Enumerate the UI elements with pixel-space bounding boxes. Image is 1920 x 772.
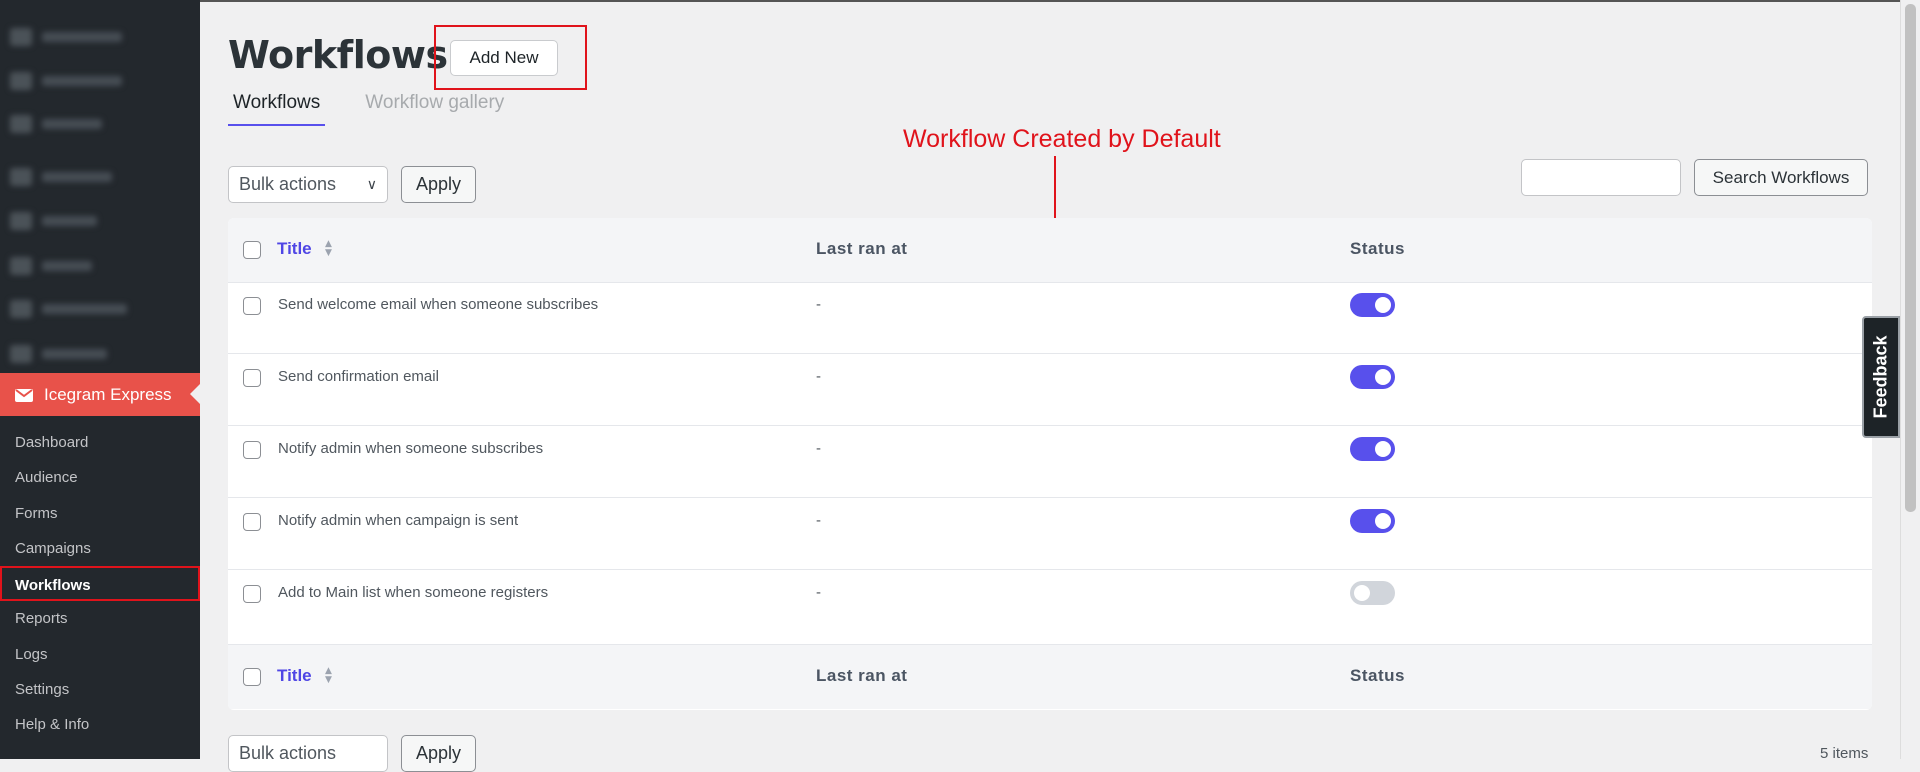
table-header: Title ▲ ▼ Last ran at Status [228,218,1872,283]
sort-icon[interactable]: ▲ ▼ [325,240,332,258]
blurred-menu-item [10,212,97,230]
blurred-menu-item [10,115,102,133]
last-ran-at: - [816,440,821,457]
sidebar-item-help-info[interactable]: Help & Info [0,707,200,742]
apply-button-bottom[interactable]: Apply [401,735,476,772]
last-ran-at: - [816,368,821,385]
blurred-menu-item [10,257,92,275]
main-content: Workflows Add New Workflows Workflow gal… [200,0,1920,772]
add-new-button[interactable]: Add New [450,40,558,76]
sidebar-item-icegram-express[interactable]: Icegram Express [0,373,200,416]
apply-button[interactable]: Apply [401,166,476,203]
scrollbar-thumb[interactable] [1905,4,1916,512]
sidebar-item-forms[interactable]: Forms [0,496,200,531]
status-toggle[interactable] [1350,293,1395,317]
table-row: Notify admin when someone subscribes - [228,426,1872,498]
tab-workflows[interactable]: Workflows [228,92,326,126]
column-footer-title[interactable]: Title [277,666,312,686]
column-footer-last-ran-at: Last ran at [816,666,908,685]
table-row: Send confirmation email - [228,354,1872,426]
workflow-title[interactable]: Send confirmation email [278,368,439,385]
bulk-actions-select-bottom[interactable]: Bulk actions [228,735,388,772]
sidebar-item-workflows[interactable]: Workflows [0,566,200,602]
last-ran-at: - [816,584,821,601]
active-menu-arrow [190,384,200,404]
column-footer-status: Status [1350,666,1405,685]
tabs: Workflows Workflow gallery [228,92,509,126]
blurred-menu-item [10,28,122,46]
blurred-menu-area [0,0,200,370]
tab-workflow-gallery[interactable]: Workflow gallery [360,92,509,126]
row-checkbox[interactable] [243,297,261,315]
table-row: Send welcome email when someone subscrib… [228,282,1872,354]
feedback-label: Feedback [1870,335,1891,419]
search-workflows-button[interactable]: Search Workflows [1694,159,1868,196]
sidebar-plugin-label: Icegram Express [44,384,172,404]
bulk-actions-select[interactable]: Bulk actions ∨ [228,166,388,203]
bulk-actions-label: Bulk actions [239,174,337,194]
sidebar-item-logs[interactable]: Logs [0,637,200,672]
sidebar-item-dashboard[interactable]: Dashboard [0,425,200,460]
toggle-knob [1354,585,1370,601]
sidebar-item-reports[interactable]: Reports [0,601,200,636]
annotation-text: Workflow Created by Default [903,125,1221,153]
top-border [200,0,1900,2]
table-row: Add to Main list when someone registers … [228,570,1872,642]
blurred-menu-item [10,168,112,186]
envelope-icon [15,388,33,402]
blurred-menu-item [10,345,107,363]
column-header-status: Status [1350,239,1405,258]
page-title: Workflows [228,33,448,77]
row-checkbox[interactable] [243,369,261,387]
toggle-knob [1375,441,1391,457]
items-count: 5 items [1820,745,1869,762]
last-ran-at: - [816,296,821,313]
blurred-menu-item [10,72,122,90]
toggle-knob [1375,369,1391,385]
blurred-menu-item [10,300,127,318]
sidebar-item-campaigns[interactable]: Campaigns [0,531,200,566]
status-toggle[interactable] [1350,509,1395,533]
bulk-actions-label: Bulk actions [239,743,337,763]
row-checkbox[interactable] [243,513,261,531]
column-header-title[interactable]: Title [277,239,312,259]
status-toggle[interactable] [1350,437,1395,461]
workflow-title[interactable]: Notify admin when campaign is sent [278,512,518,529]
scrollbar[interactable] [1900,0,1920,759]
workflow-title[interactable]: Send welcome email when someone subscrib… [278,296,598,313]
search-input[interactable] [1521,159,1681,196]
table-footer: Title ▲ ▼ Last ran at Status [228,644,1872,709]
chevron-down-icon: ∨ [366,176,377,192]
select-all-checkbox[interactable] [243,668,261,686]
feedback-tab[interactable]: Feedback [1862,316,1900,438]
workflow-title[interactable]: Notify admin when someone subscribes [278,440,543,457]
workflows-table: Title ▲ ▼ Last ran at Status Send welcome… [228,218,1872,710]
sidebar-item-settings[interactable]: Settings [0,672,200,707]
workflow-title[interactable]: Add to Main list when someone registers [278,584,548,601]
toggle-knob [1375,297,1391,313]
plugin-submenu: Dashboard Audience Forms Campaigns Workf… [0,425,200,743]
row-checkbox[interactable] [243,441,261,459]
last-ran-at: - [816,512,821,529]
status-toggle[interactable] [1350,365,1395,389]
status-toggle[interactable] [1350,581,1395,605]
admin-sidebar: Icegram Express Dashboard Audience Forms… [0,0,200,759]
sidebar-item-audience[interactable]: Audience [0,460,200,495]
toggle-knob [1375,513,1391,529]
column-header-last-ran-at: Last ran at [816,239,908,258]
sort-icon[interactable]: ▲ ▼ [325,667,332,685]
table-row: Notify admin when campaign is sent - [228,498,1872,570]
select-all-checkbox[interactable] [243,241,261,259]
row-checkbox[interactable] [243,585,261,603]
